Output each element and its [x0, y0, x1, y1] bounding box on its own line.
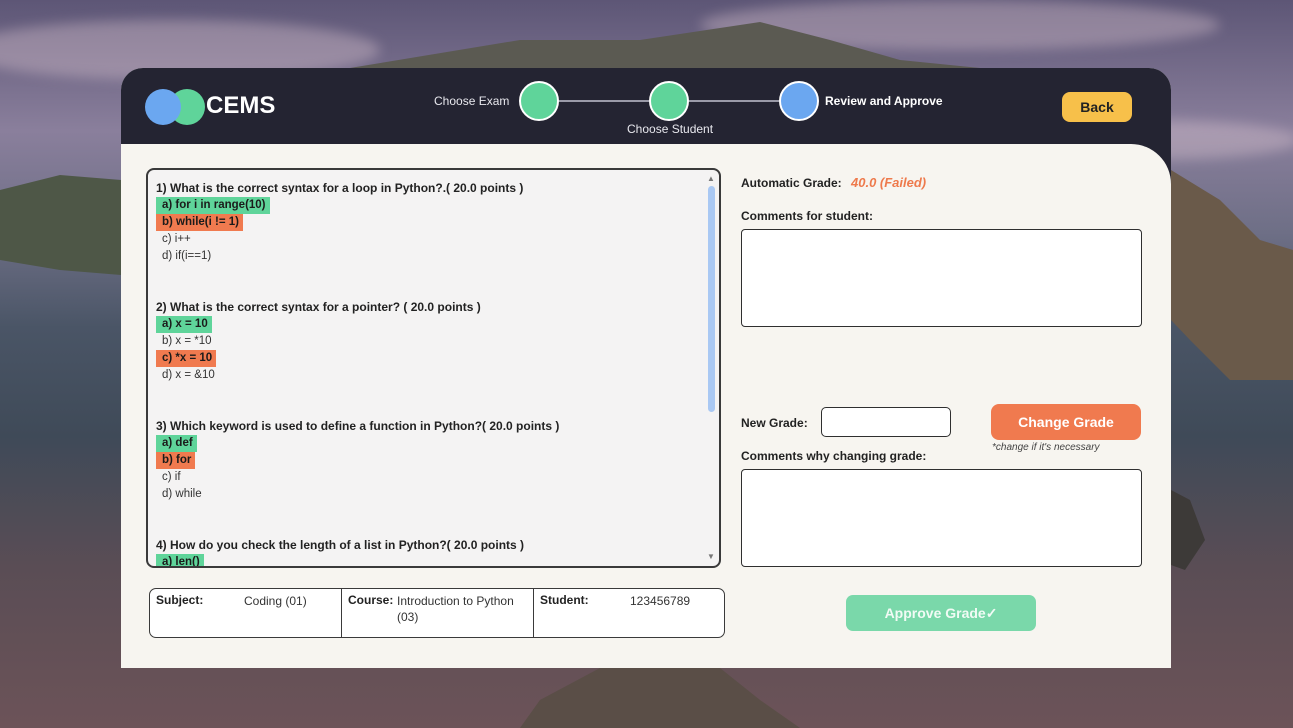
change-grade-hint: *change if it's necessary [992, 442, 1100, 453]
answer-option: c) if [162, 471, 181, 483]
student-cell: Student: 123456789 [534, 589, 724, 637]
step-label-choose-student: Choose Student [627, 122, 714, 136]
answer-option: b) x = *10 [162, 335, 212, 347]
answer-option: d) if(i==1) [162, 250, 212, 262]
answer-option-correct: a) len() [156, 554, 204, 566]
answer-option: d) x = &10 [162, 369, 215, 381]
step-label-choose-exam: Choose Exam [434, 94, 510, 108]
header-corner [1131, 144, 1171, 184]
approve-grade-button[interactable]: Approve Grade✓ [846, 595, 1036, 631]
comments-label: Comments for student: [741, 209, 873, 223]
new-grade-input[interactable] [821, 407, 951, 437]
change-reason-label: Comments why changing grade: [741, 449, 927, 463]
app-window: CEMS Choose Exam Choose Student Review a… [121, 68, 1171, 668]
step-connector [689, 100, 779, 102]
answer-option-wrong: b) for [156, 452, 196, 469]
automatic-grade-label: Automatic Grade: [741, 176, 842, 190]
course-value: Introduction to Python (03) [397, 594, 514, 624]
step-review-approve[interactable] [779, 81, 819, 121]
automatic-grade-value: 40.0 (Failed) [851, 175, 927, 190]
student-value: 123456789 [630, 594, 691, 608]
change-reason-textarea[interactable] [741, 469, 1142, 567]
answer-option: c) i++ [162, 233, 191, 245]
question-item: 4) How do you check the length of a list… [156, 537, 704, 566]
comments-textarea[interactable] [741, 229, 1142, 327]
subject-cell: Subject: Coding (01) [150, 589, 342, 637]
questions-list: 1) What is the correct syntax for a loop… [156, 180, 704, 566]
questions-scrollbar[interactable]: ▲ ▼ [706, 174, 716, 562]
question-item: 1) What is the correct syntax for a loop… [156, 180, 704, 265]
logo-text: CEMS [206, 92, 276, 119]
course-cell: Course: Introduction to Python (03) [342, 589, 534, 637]
exam-info-bar: Subject: Coding (01) Course: Introductio… [149, 588, 725, 638]
step-choose-exam[interactable] [519, 81, 559, 121]
logo-circle-blue [145, 89, 181, 125]
step-connector [559, 100, 649, 102]
question-title: 1) What is the correct syntax for a loop… [156, 181, 524, 195]
new-grade-label: New Grade: [741, 416, 808, 430]
question-title: 2) What is the correct syntax for a poin… [156, 300, 481, 314]
back-button[interactable]: Back [1062, 92, 1132, 122]
scroll-down-icon[interactable]: ▼ [706, 552, 716, 562]
answer-option: d) while [162, 488, 202, 500]
course-label: Course: [348, 593, 394, 607]
app-header: CEMS Choose Exam Choose Student Review a… [121, 68, 1171, 144]
step-choose-student[interactable] [649, 81, 689, 121]
subject-label: Subject: [156, 593, 204, 607]
answer-option-correct: a) for i in range(10) [156, 197, 270, 214]
step-label-review-approve: Review and Approve [825, 94, 943, 108]
question-title: 3) Which keyword is used to define a fun… [156, 419, 560, 433]
student-label: Student: [540, 593, 589, 607]
scroll-thumb[interactable] [708, 186, 715, 412]
subject-value: Coding (01) [244, 594, 307, 608]
answer-option-correct: a) def [156, 435, 197, 452]
scroll-up-icon[interactable]: ▲ [706, 174, 716, 184]
answer-option-correct: a) x = 10 [156, 316, 212, 333]
questions-panel[interactable]: 1) What is the correct syntax for a loop… [146, 168, 721, 568]
question-title: 4) How do you check the length of a list… [156, 538, 525, 552]
change-grade-button[interactable]: Change Grade [991, 404, 1141, 440]
question-item: 2) What is the correct syntax for a poin… [156, 299, 704, 384]
question-item: 3) Which keyword is used to define a fun… [156, 418, 704, 503]
answer-option-wrong: b) while(i != 1) [156, 214, 243, 231]
answer-option-wrong: c) *x = 10 [156, 350, 217, 367]
